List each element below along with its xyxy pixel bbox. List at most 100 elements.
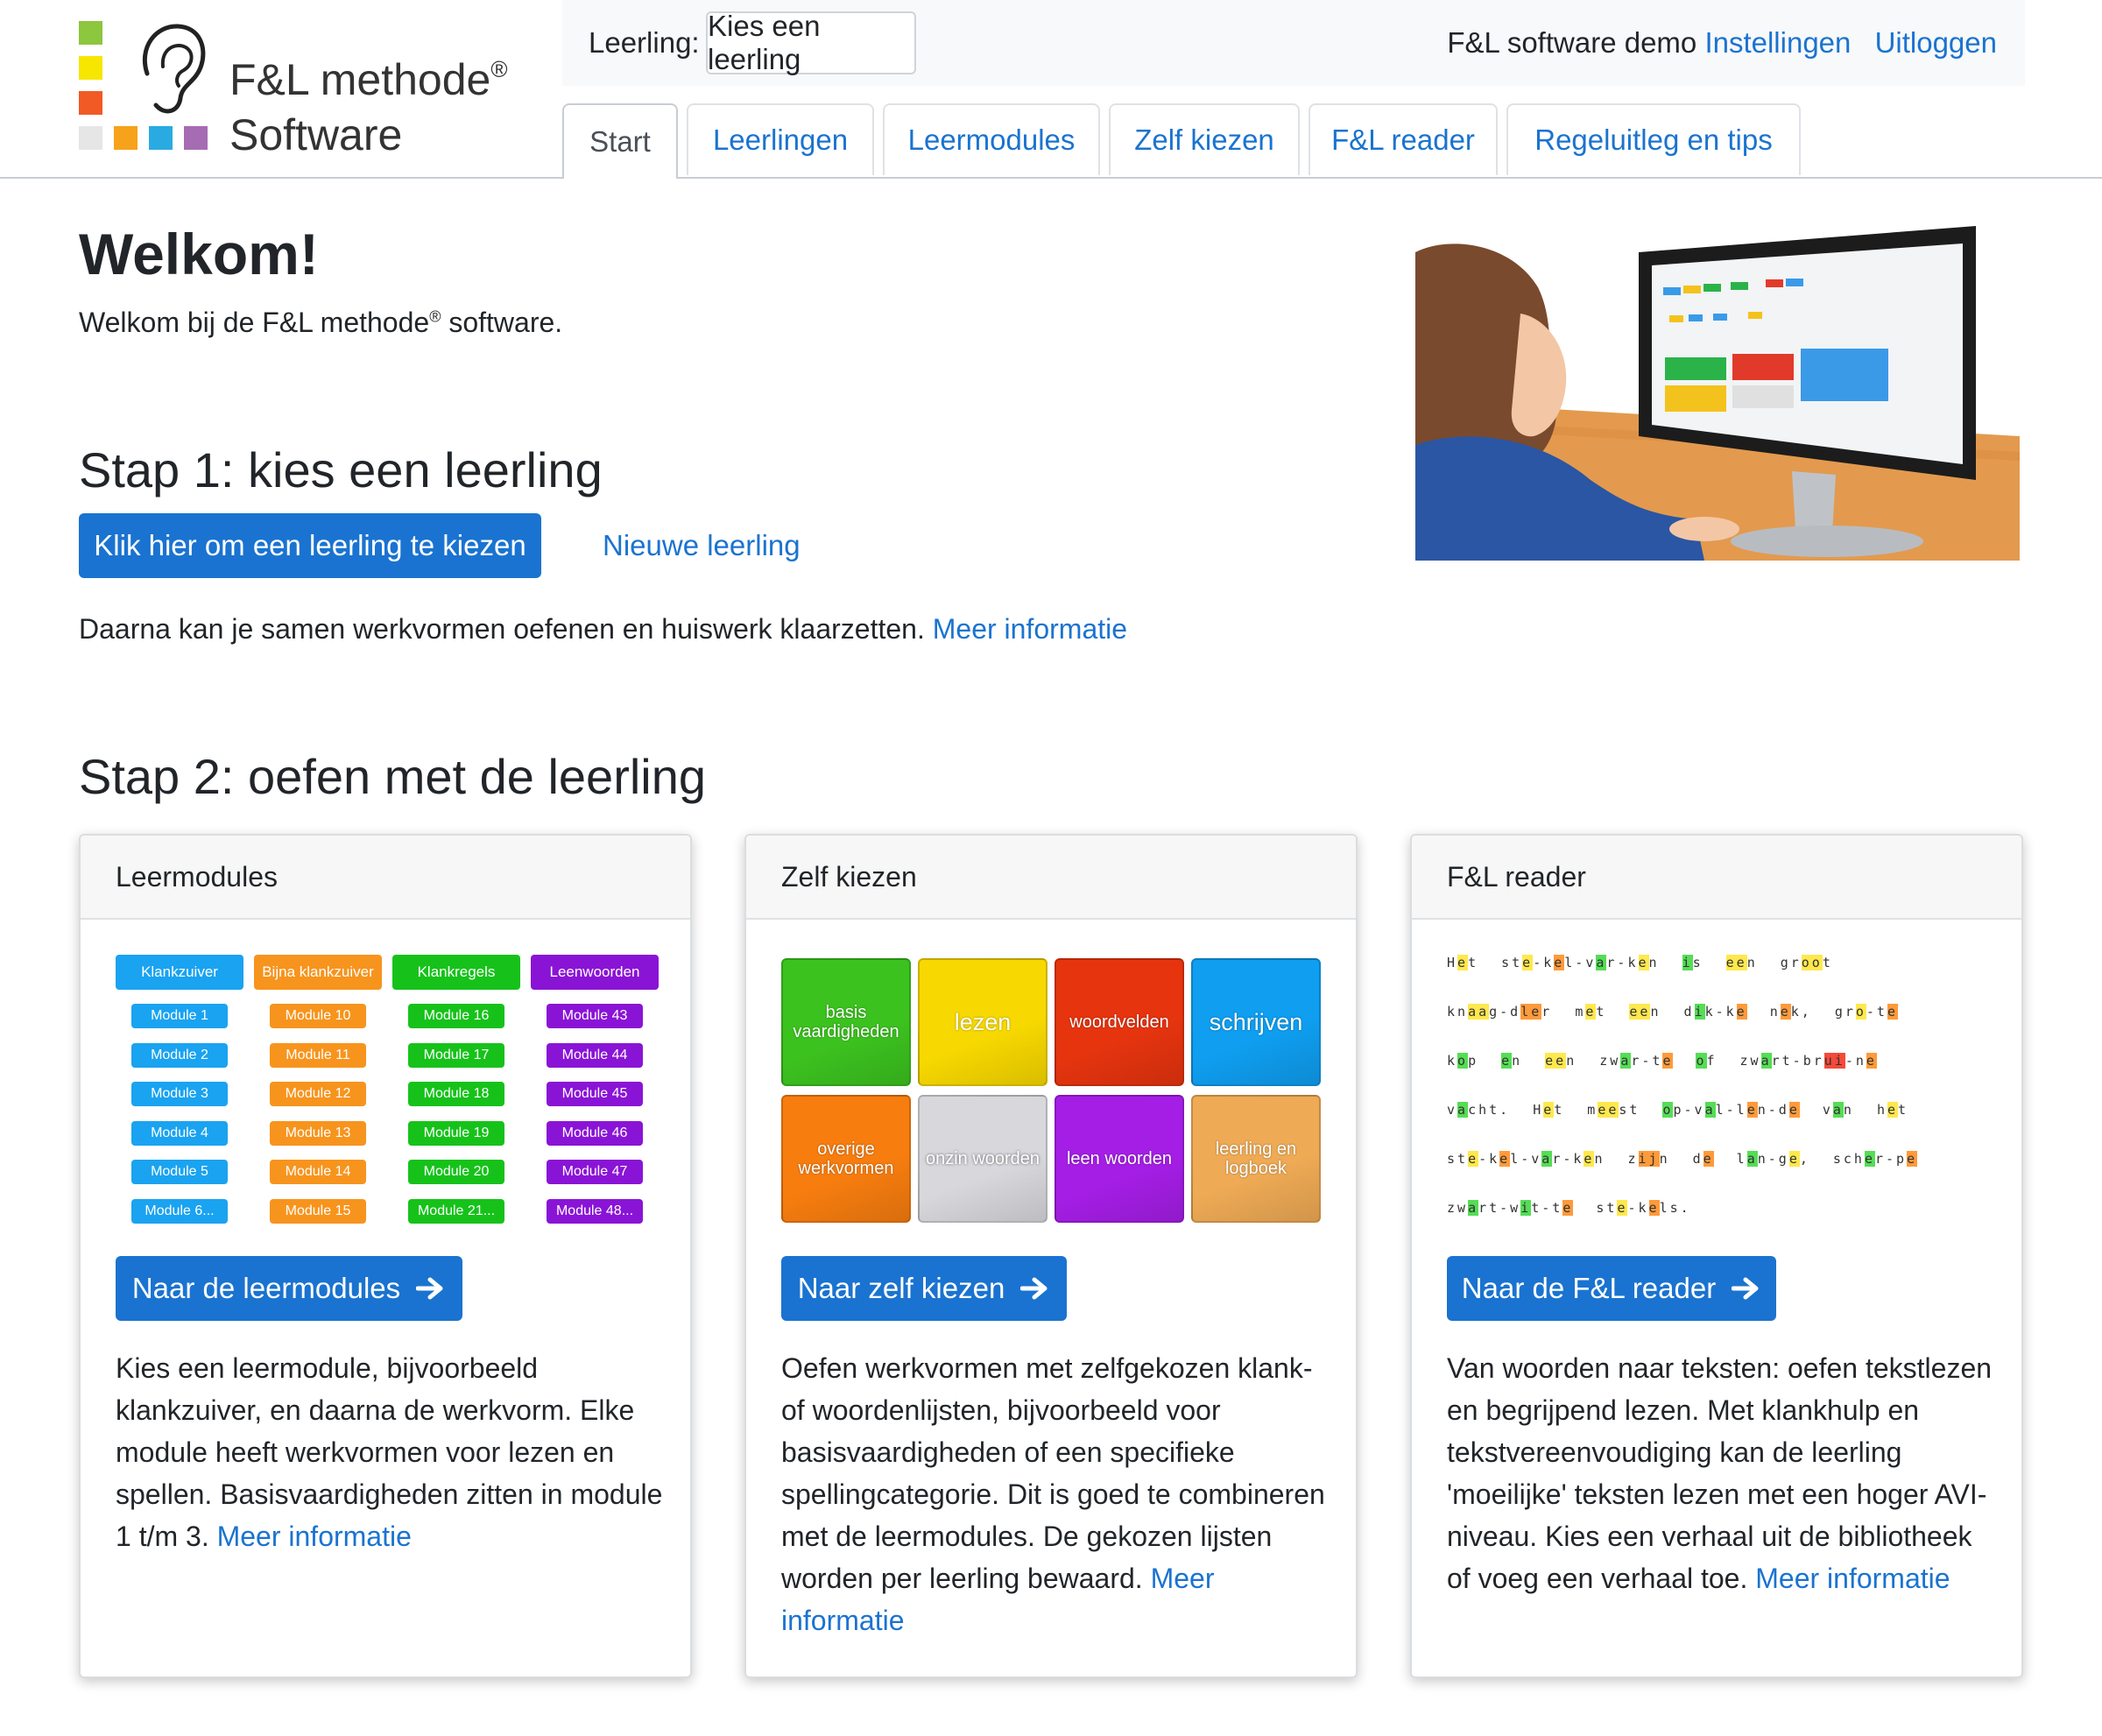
welcome-text: Welkom bij de F&L methode® software. <box>79 307 563 338</box>
reader-word: op-val-len-de <box>1662 1102 1800 1118</box>
module-item: Module 6... <box>131 1199 228 1224</box>
reader-word: ste-kels. <box>1596 1200 1691 1216</box>
module-item: Module 21... <box>408 1199 504 1224</box>
module-item: Module 16 <box>408 1004 504 1028</box>
module-category-3: Klankregels <box>392 955 520 990</box>
module-item: Module 11 <box>270 1042 366 1068</box>
card-header: Leermodules <box>81 836 690 920</box>
card-header: Zelf kiezen <box>746 836 1356 920</box>
account-links: F&L software demo Instellingen Uitloggen <box>1447 26 1997 60</box>
leerling-label: Leerling: <box>589 26 700 59</box>
reader-word: met <box>1575 1004 1607 1020</box>
module-item: Module 2 <box>131 1042 228 1068</box>
reader-word: een <box>1629 1004 1661 1020</box>
to-fl-reader-button[interactable]: Naar de F&L reader <box>1447 1256 1776 1321</box>
step1-title: Stap 1: kies een leerling <box>79 442 603 498</box>
reader-word: Het <box>1447 955 1479 970</box>
arrow-right-icon <box>1732 1277 1759 1300</box>
category-tile: woordvelden <box>1055 958 1184 1086</box>
reader-word: of <box>1696 1053 1718 1069</box>
category-tile: lezen <box>918 958 1047 1086</box>
module-item: Module 4 <box>131 1120 228 1146</box>
reader-line: Het ste-kel-var-ken is een groot <box>1447 955 1856 976</box>
module-item: Module 10 <box>270 1004 366 1028</box>
zelf-kiezen-card: Zelf kiezen basis vaardigheden lezen woord… <box>744 834 1358 1678</box>
reader-word: nek, <box>1769 1004 1812 1020</box>
module-item: Module 15 <box>270 1199 366 1224</box>
fl-reader-card: F&L reader Het ste-kel-var-ken is een groot k… <box>1410 834 2023 1678</box>
reader-word: scher-pe <box>1832 1151 1918 1167</box>
logout-link[interactable]: Uitloggen <box>1875 26 1997 59</box>
zelf-kiezen-tiles: basis vaardigheden lezen woordvelden schrij… <box>781 958 1324 1223</box>
module-category-4: Leenwoorden <box>531 955 659 990</box>
module-item: Module 5 <box>131 1160 228 1185</box>
step2-title: Stap 2: oefen met de leerling <box>79 749 707 804</box>
reader-word: gro-te <box>1834 1004 1898 1020</box>
reader-line: vacht. Het meest op-val-len-de van het <box>1447 1102 1931 1123</box>
reader-word: de <box>1692 1151 1714 1167</box>
modules-preview: Klankzuiver Module 1 Module 2 Module 3 Modul… <box>116 955 659 1226</box>
reader-word: zwart-wit-te <box>1447 1200 1574 1216</box>
reader-line: ste-kel-var-ken zijn de lan-ge, scher-pe <box>1447 1151 1940 1172</box>
arrow-right-icon <box>416 1277 443 1300</box>
reader-preview: Het ste-kel-var-ken is een groot knaag-dler me… <box>1447 955 2007 1235</box>
tab-leermodules[interactable]: Leermodules <box>883 103 1100 175</box>
module-item: Module 45 <box>547 1082 643 1107</box>
category-tile: onzin woorden <box>918 1095 1047 1223</box>
module-item: Module 48... <box>547 1199 643 1224</box>
logo-square-yellow <box>79 56 102 80</box>
module-item: Module 3 <box>131 1082 228 1107</box>
module-item: Module 18 <box>408 1082 504 1107</box>
card-description: Oefen werkvormen met zelfgekozen klank- … <box>781 1352 1325 1636</box>
reader-word: knaag-dler <box>1447 1004 1553 1020</box>
reader-line: zwart-wit-te ste-kels. <box>1447 1200 1714 1221</box>
reader-line: knaag-dler met een dik-ke nek, gro-te <box>1447 1004 1921 1025</box>
reader-word: vacht. <box>1447 1102 1511 1118</box>
tab-regeluitleg[interactable]: Regeluitleg en tips <box>1506 103 1801 175</box>
reader-word: dik-ke <box>1683 1004 1747 1020</box>
choose-student-button[interactable]: Klik hier om een leerling te kiezen <box>79 513 541 578</box>
reader-word: groot <box>1780 955 1833 970</box>
module-category-2: Bijna klankzuiver <box>254 955 382 990</box>
step1-more-info-link[interactable]: Meer informatie <box>933 613 1127 645</box>
tab-zelf-kiezen[interactable]: Zelf kiezen <box>1109 103 1300 175</box>
module-item: Module 19 <box>408 1120 504 1146</box>
reader-word: en <box>1501 1053 1523 1069</box>
to-zelf-kiezen-button[interactable]: Naar zelf kiezen <box>781 1256 1067 1321</box>
reader-word: lan-ge, <box>1736 1151 1810 1167</box>
reader-word: Het <box>1533 1102 1565 1118</box>
category-tile: basis vaardigheden <box>781 958 911 1086</box>
leermodules-more-info-link[interactable]: Meer informatie <box>217 1521 412 1552</box>
module-item: Module 1 <box>131 1004 228 1028</box>
account-name: F&L software demo <box>1447 26 1697 59</box>
module-item: Module 44 <box>547 1042 643 1068</box>
tab-fl-reader[interactable]: F&L reader <box>1308 103 1498 175</box>
tab-start[interactable]: Start <box>562 103 678 179</box>
card-description: Kies een leermodule, bijvoorbeeld klankz… <box>116 1352 663 1552</box>
new-student-link[interactable]: Nieuwe leerling <box>603 529 801 562</box>
category-tile: overige werkvormen <box>781 1095 911 1223</box>
reader-word: een <box>1545 1053 1577 1069</box>
top-bar: Leerling: Kies een leerling F&L software… <box>562 0 2025 86</box>
reader-word: is <box>1682 955 1703 970</box>
card-header: F&L reader <box>1412 836 2021 920</box>
leerling-picker-button[interactable]: Kies een leerling <box>706 10 916 75</box>
card-description: Van woorden naar teksten: oefen tekstlez… <box>1447 1352 1993 1594</box>
leermodules-card: Leermodules Klankzuiver Module 1 Module 2 M… <box>79 834 692 1678</box>
reader-word: zwar-te <box>1599 1053 1674 1069</box>
tab-leerlingen[interactable]: Leerlingen <box>687 103 874 175</box>
reader-word: een <box>1725 955 1758 970</box>
module-item: Module 17 <box>408 1042 504 1068</box>
to-leermodules-button[interactable]: Naar de leermodules <box>116 1256 462 1321</box>
module-item: Module 14 <box>270 1160 366 1185</box>
module-item: Module 20 <box>408 1160 504 1185</box>
reader-word: kop <box>1447 1053 1479 1069</box>
module-category-1: Klankzuiver <box>116 955 243 990</box>
reader-word: ste-kel-var-ken <box>1501 955 1660 970</box>
category-tile: leen woorden <box>1055 1095 1184 1223</box>
module-item: Module 47 <box>547 1160 643 1185</box>
reader-word: meest <box>1587 1102 1640 1118</box>
settings-link[interactable]: Instellingen <box>1704 26 1851 59</box>
fl-reader-more-info-link[interactable]: Meer informatie <box>1755 1563 1950 1594</box>
reader-word: ste-kel-var-ken <box>1447 1151 1605 1167</box>
